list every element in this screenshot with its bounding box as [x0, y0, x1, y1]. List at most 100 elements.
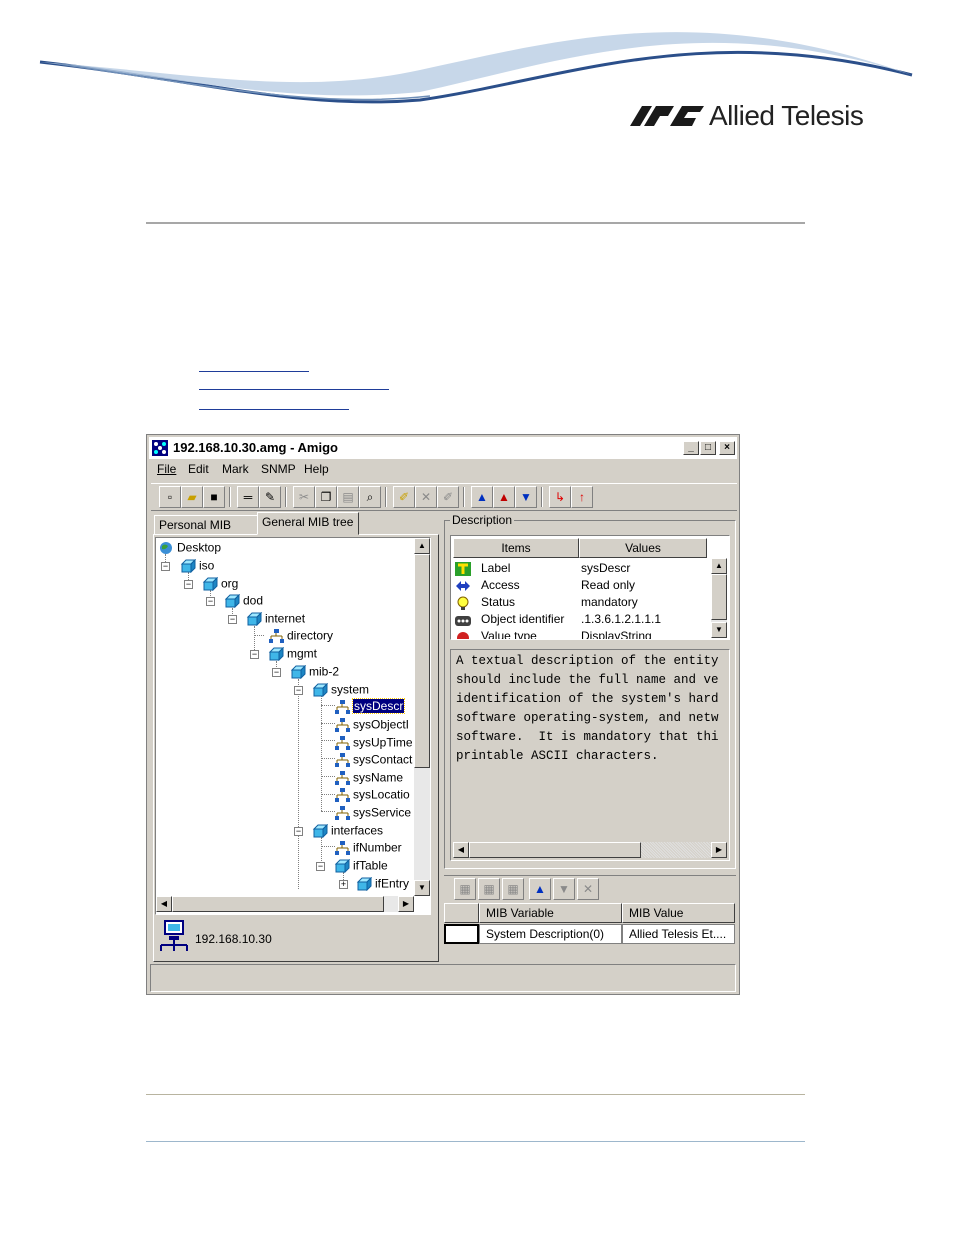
desc-hscroll-thumb[interactable] — [469, 842, 641, 858]
mark-icon[interactable]: ✐ — [393, 486, 415, 508]
paste-icon[interactable]: ▤ — [337, 486, 359, 508]
list-scroll-up-button[interactable]: ▲ — [711, 558, 727, 574]
tree-node-ifnumber[interactable]: ifNumber — [334, 839, 402, 856]
unmark-icon[interactable]: ✕ — [415, 486, 437, 508]
oid-icon — [455, 615, 471, 626]
tree-node-sysuptime[interactable]: sysUpTime — [334, 734, 413, 751]
description-line: printable ASCII characters. — [456, 749, 659, 763]
menu-file[interactable]: File — [157, 462, 176, 476]
leaf-icon — [335, 735, 350, 750]
cut-icon[interactable]: ✂ — [293, 486, 315, 508]
scroll-up-button[interactable]: ▲ — [414, 538, 430, 554]
list-scroll-thumb[interactable] — [711, 574, 727, 620]
tools-icon[interactable]: ✎ — [259, 486, 281, 508]
close-button[interactable]: × — [719, 441, 735, 455]
menu-help[interactable]: Help — [304, 462, 329, 476]
tree-node-internet[interactable]: internet — [246, 610, 305, 627]
find-icon[interactable]: ⌕ — [359, 486, 381, 508]
list-item[interactable]: Access Read only — [455, 577, 635, 594]
get-bulk-icon[interactable]: ▼ — [515, 486, 537, 508]
folder-icon — [312, 823, 328, 838]
maximize-button[interactable]: □ — [700, 441, 716, 455]
table-cell-variable[interactable]: System Description(0) — [479, 924, 622, 944]
list-scroll-down-button[interactable]: ▼ — [711, 622, 727, 638]
company-logo-text: Allied Telesis — [709, 100, 864, 131]
tree-hscroll-thumb[interactable] — [172, 896, 384, 912]
tab-general-mib-tree[interactable]: General MIB tree — [257, 512, 359, 535]
label-icon — [455, 561, 471, 576]
tree-node-iso[interactable]: iso — [180, 557, 214, 574]
column-header-items[interactable]: Items — [453, 538, 579, 558]
get-icon[interactable]: ▲ — [471, 486, 493, 508]
description-line: software. It is mandatory that thi — [456, 730, 719, 744]
desc-scroll-left-button[interactable]: ◀ — [453, 842, 469, 858]
tree-node-system[interactable]: system — [312, 681, 369, 698]
scroll-down-button[interactable]: ▼ — [414, 880, 430, 896]
tree-node-sysdescr[interactable]: sysDescr — [334, 698, 406, 715]
list-item[interactable]: Object identifier .1.3.6.1.2.1.1.1 — [455, 611, 661, 628]
scroll-right-button[interactable]: ▶ — [398, 896, 414, 912]
move-up-icon[interactable]: ▦ — [454, 878, 476, 900]
network-host-icon — [160, 920, 188, 951]
tree-scroll-thumb[interactable] — [414, 554, 430, 768]
list-item[interactable]: Label sysDescr — [455, 560, 630, 577]
get-next-icon[interactable]: ▲ — [493, 486, 515, 508]
link-underline-1[interactable] — [199, 371, 309, 372]
copy-icon[interactable]: ❐ — [315, 486, 337, 508]
folder-icon — [202, 576, 218, 591]
title-bar: 192.168.10.30.amg - Amigo _ □ × — [149, 437, 737, 459]
get-row-icon[interactable]: ▲ — [529, 878, 551, 900]
amigo-app-icon — [152, 440, 168, 456]
minimize-button[interactable]: _ — [683, 441, 699, 455]
header-divider — [146, 222, 805, 224]
clear-mark-icon[interactable]: ✐ — [437, 486, 459, 508]
delete-row-icon[interactable]: ▦ — [502, 878, 524, 900]
column-header-mib-value[interactable]: MIB Value — [622, 903, 735, 923]
tree-node-interfaces[interactable]: interfaces — [312, 822, 383, 839]
save-icon[interactable]: ■ — [203, 486, 225, 508]
list-item[interactable]: Status mandatory — [455, 594, 638, 611]
table-cell-value[interactable]: Allied Telesis Et.... — [622, 924, 735, 944]
leaf-icon — [335, 752, 350, 767]
tree-node-iftable[interactable]: ifTable — [334, 857, 388, 874]
column-header-blank — [444, 903, 479, 923]
desc-scroll-right-button[interactable]: ▶ — [711, 842, 727, 858]
column-header-mib-variable[interactable]: MIB Variable — [479, 903, 622, 923]
tab-personal-mib-tree[interactable]: Personal MIB tree — [154, 515, 258, 550]
connect-icon[interactable]: ═ — [237, 486, 259, 508]
set-row-icon[interactable]: ▼ — [553, 878, 575, 900]
open-icon[interactable]: ▰ — [181, 486, 203, 508]
tree-node-sysobjectid[interactable]: sysObjectI — [334, 716, 409, 733]
list-item[interactable]: Value type DisplayString — [455, 628, 652, 639]
host-address: 192.168.10.30 — [195, 932, 272, 946]
table-row-marker[interactable] — [444, 924, 479, 944]
tree-node-dod[interactable]: dod — [224, 592, 263, 609]
tree-node-sysname[interactable]: sysName — [334, 769, 403, 786]
tree-node-ifentry[interactable]: ifEntry — [356, 875, 409, 892]
tree-node-desktop[interactable]: Desktop — [158, 539, 221, 556]
tree-node-syslocation[interactable]: sysLocatio — [334, 786, 410, 803]
tree-node-org[interactable]: org — [202, 575, 238, 592]
tree-node-directory[interactable]: directory — [268, 627, 333, 644]
tree-node-sysservices[interactable]: sysService — [334, 804, 411, 821]
link-underline-3[interactable] — [199, 409, 349, 410]
menu-snmp[interactable]: SNMP — [261, 462, 296, 476]
folder-icon — [290, 664, 306, 679]
scroll-left-button[interactable]: ◀ — [156, 896, 172, 912]
new-icon[interactable]: ▫ — [159, 486, 181, 508]
column-header-values[interactable]: Values — [579, 538, 707, 558]
tree-node-syscontact[interactable]: sysContact — [334, 751, 412, 768]
menu-mark[interactable]: Mark — [222, 462, 249, 476]
description-text: A textual description of the entity shou… — [450, 649, 730, 861]
mib-tree: − − − − − − − − − + Desktop iso org dod … — [155, 537, 431, 915]
trap-icon[interactable]: ↑ — [571, 486, 593, 508]
move-down-icon[interactable]: ▦ — [478, 878, 500, 900]
refresh-row-icon[interactable]: ✕ — [577, 878, 599, 900]
set-icon[interactable]: ↳ — [549, 486, 571, 508]
tree-node-mib-2[interactable]: mib-2 — [290, 663, 339, 680]
tree-node-mgmt[interactable]: mgmt — [268, 645, 317, 662]
leaf-icon — [335, 717, 350, 732]
leaf-icon — [335, 699, 350, 714]
menu-edit[interactable]: Edit — [188, 462, 209, 476]
link-underline-2[interactable] — [199, 389, 389, 390]
